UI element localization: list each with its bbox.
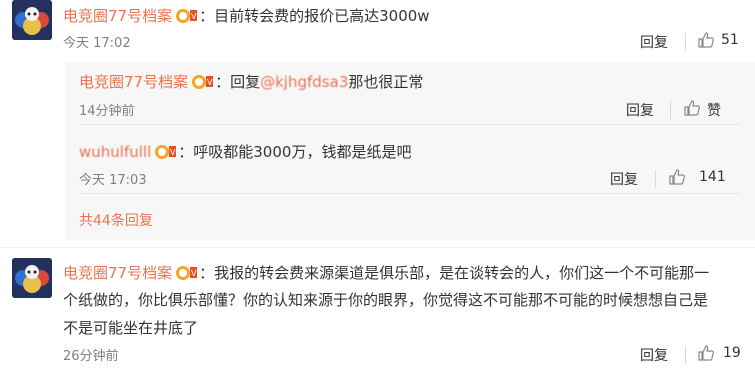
comment-author[interactable]: 电竞圈77号档案	[63, 7, 172, 25]
thumb-up-icon	[698, 345, 714, 361]
reply-time: 今天 17:03	[79, 173, 147, 188]
more-replies-link[interactable]: 共44条回复	[79, 210, 153, 230]
reply-mention-link[interactable]: @kjhgfdsa3	[260, 73, 348, 91]
comment-text-line: 不是可能坐在井底了	[63, 319, 199, 337]
reply-prefix: 回复	[230, 73, 261, 91]
comment-time: 今天 17:02	[63, 36, 131, 51]
divider	[685, 346, 686, 364]
reply-button[interactable]: 回复	[640, 32, 668, 52]
comment-time: 26分钟前	[63, 349, 119, 364]
divider	[670, 101, 671, 119]
comment-text-line: 个纸做的，你比俱乐部懂？你的认知来源于你的眼界，你觉得这不可能那不可能的时候想想…	[63, 291, 709, 309]
reply-colon: ：	[215, 73, 231, 91]
comment-header: 电竞圈77号档案 V ：我报的转会费来源渠道是俱乐部，是在谈转会的人，你们这一个…	[63, 262, 709, 283]
comment-colon: ：	[199, 7, 215, 25]
vip-badge-icon[interactable]: V	[191, 72, 215, 90]
reply-author[interactable]: wuhulfulll	[79, 143, 151, 161]
svg-text:V: V	[191, 269, 197, 278]
avatar[interactable]	[12, 0, 52, 40]
replies-panel: 电竞圈77号档案 V ：回复@kjhgfdsa3那也很正常 14分钟前 回复 赞…	[65, 62, 755, 240]
comment-header: 电竞圈77号档案 V ：目前转会费的报价已高达3000w	[63, 5, 430, 26]
comment-author[interactable]: 电竞圈77号档案	[63, 264, 172, 282]
divider	[685, 33, 686, 51]
like-count: 19	[723, 345, 741, 361]
divider	[655, 170, 656, 188]
like-button[interactable]	[668, 168, 686, 190]
like-count: 141	[699, 169, 726, 185]
reply-author[interactable]: 电竞圈77号档案	[79, 73, 188, 91]
reply-time: 14分钟前	[79, 104, 135, 119]
thumb-up-icon	[684, 100, 700, 116]
like-button[interactable]	[697, 31, 715, 53]
like-button[interactable]	[697, 344, 715, 366]
divider	[79, 193, 741, 194]
avatar[interactable]	[12, 258, 52, 298]
svg-text:V: V	[170, 148, 176, 157]
reply-colon: ：	[178, 143, 194, 161]
reply-text: 呼吸都能3000万，钱都是纸是吧	[193, 143, 412, 161]
divider	[79, 124, 741, 125]
vip-badge-icon[interactable]: V	[175, 6, 199, 24]
vip-badge-icon[interactable]: V	[175, 263, 199, 281]
comment-text-line: 我报的转会费来源渠道是俱乐部，是在谈转会的人，你们这一个不可能那一	[214, 264, 710, 282]
like-label: 赞	[707, 103, 721, 119]
thumb-up-icon	[669, 169, 685, 185]
reply-button[interactable]: 回复	[640, 345, 668, 365]
comment-colon: ：	[199, 264, 215, 282]
svg-text:V: V	[207, 78, 213, 87]
thumb-up-icon	[698, 32, 714, 48]
reply-button[interactable]: 回复	[610, 169, 638, 189]
divider	[0, 247, 755, 248]
reply-header: wuhulfulll V ：呼吸都能3000万，钱都是纸是吧	[79, 141, 411, 162]
reply-text: 那也很正常	[348, 73, 424, 91]
like-count: 51	[721, 32, 739, 48]
vip-badge-icon[interactable]: V	[154, 142, 178, 160]
like-button[interactable]	[683, 99, 701, 121]
reply-header: 电竞圈77号档案 V ：回复@kjhgfdsa3那也很正常	[79, 71, 423, 92]
comment-text: 目前转会费的报价已高达3000w	[214, 7, 430, 25]
svg-text:V: V	[191, 12, 197, 21]
reply-button[interactable]: 回复	[626, 100, 654, 120]
